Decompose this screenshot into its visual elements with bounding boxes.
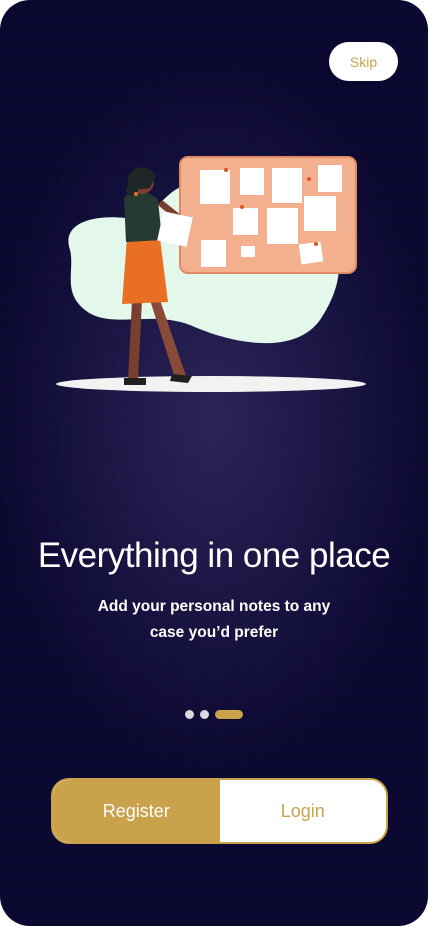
corkboard-icon <box>179 156 357 274</box>
onboarding-title: Everything in one place <box>37 536 391 576</box>
onboarding-subtitle: Add your personal notes to any case you’… <box>97 597 331 641</box>
register-button[interactable]: Register <box>53 780 220 842</box>
page-dot-3-active[interactable] <box>215 710 243 719</box>
login-button[interactable]: Login <box>219 780 386 842</box>
page-indicator <box>185 710 243 719</box>
page-dot-2[interactable] <box>200 710 209 719</box>
floor-shadow <box>56 376 366 392</box>
page-dot-1[interactable] <box>185 710 194 719</box>
auth-toggle: Register Login <box>51 778 388 844</box>
onboarding-screen: Skip Everything in one place Add your pe… <box>0 0 428 926</box>
woman-with-notes-illustration <box>56 156 366 392</box>
